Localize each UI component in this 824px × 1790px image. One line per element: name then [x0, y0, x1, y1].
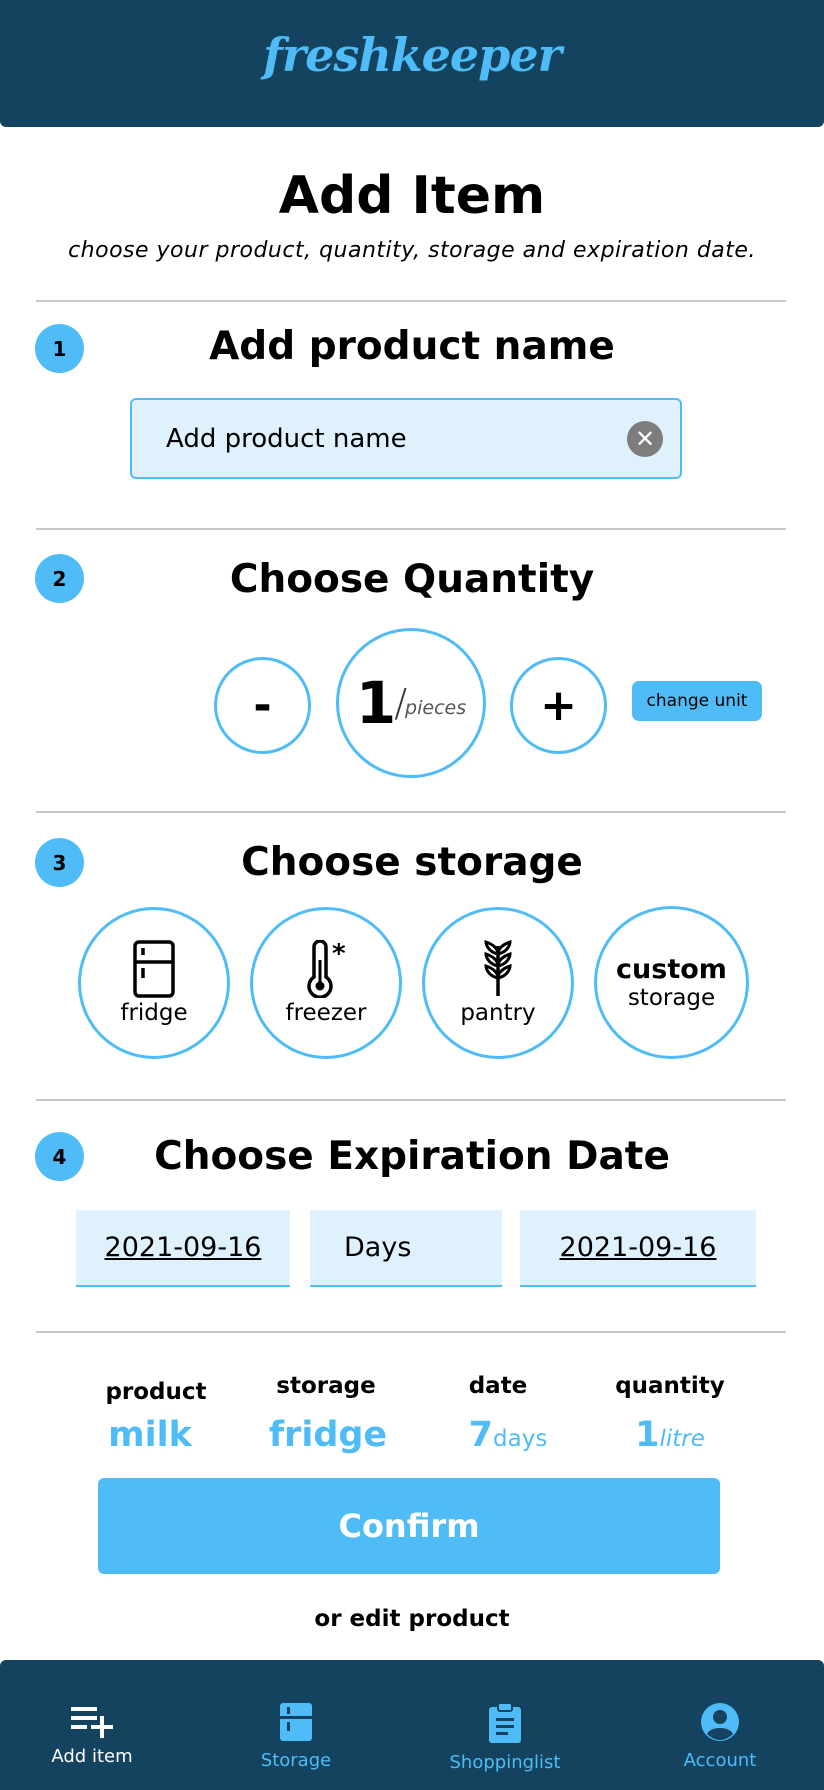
summary-product-label: product — [105, 1379, 207, 1405]
decrease-quantity-button[interactable]: - — [214, 657, 311, 754]
storage-option-freezer[interactable]: * freezer — [250, 907, 402, 1059]
summary-storage-label: storage — [276, 1373, 376, 1399]
expiration-title: Choose Expiration Date — [154, 1134, 670, 1179]
app-logo: freshkeeper — [263, 28, 562, 82]
page-title: Add Item — [278, 166, 546, 226]
increase-quantity-button[interactable]: + — [510, 657, 607, 754]
nav-label-add-item: Add item — [51, 1746, 133, 1767]
nav-item-storage[interactable]: Storage — [244, 1660, 348, 1790]
summary-quantity-number: 1 — [635, 1415, 660, 1455]
nav-label-storage: Storage — [260, 1750, 332, 1771]
minus-label: - — [253, 680, 272, 731]
expiration-date-field[interactable]: 2021-09-16 — [520, 1210, 756, 1287]
wheat-icon — [484, 940, 512, 996]
clipboard-icon — [489, 1702, 521, 1743]
summary-date-label: date — [468, 1373, 528, 1399]
storage-label-custom-sub: storage — [627, 985, 716, 1011]
close-icon: ✕ — [634, 425, 656, 453]
product-name-field: ✕ — [130, 398, 682, 479]
purchase-date-field[interactable]: 2021-09-16 — [76, 1210, 290, 1287]
summary-date-value: 7days — [428, 1415, 588, 1455]
storage-option-pantry[interactable]: pantry — [422, 907, 574, 1059]
account-icon — [701, 1703, 739, 1741]
quantity-title: Choose Quantity — [229, 557, 595, 602]
product-name-title: Add product name — [209, 324, 615, 369]
days-input[interactable]: Days — [310, 1210, 502, 1287]
divider — [36, 1099, 786, 1101]
thermometer-snow-icon: * — [307, 940, 346, 998]
fridge-icon — [133, 940, 175, 998]
add-list-icon — [71, 1707, 113, 1738]
summary-date-number: 7 — [468, 1415, 494, 1455]
quantity-value: 1 — [355, 669, 397, 737]
summary-quantity-label: quantity — [615, 1373, 725, 1399]
nav-label-account: Account — [683, 1750, 757, 1771]
svg-text:*: * — [332, 940, 346, 969]
divider — [36, 811, 786, 813]
divider — [36, 300, 786, 302]
edit-product-link[interactable]: or edit product — [0, 1606, 824, 1632]
nav-item-add-item[interactable]: Add item — [40, 1660, 144, 1790]
storage-label-custom: custom — [616, 954, 727, 985]
storage-option-custom[interactable]: custom storage — [594, 906, 749, 1059]
page-subtitle: choose your product, quantity, storage a… — [68, 238, 756, 263]
nav-item-shoppinglist[interactable]: Shoppinglist — [440, 1660, 570, 1790]
app-header: freshkeeper — [0, 0, 824, 127]
product-name-input[interactable] — [166, 400, 606, 477]
summary-product-value: milk — [108, 1415, 192, 1455]
summary-quantity-unit: litre — [659, 1426, 705, 1452]
summary-quantity-value: 1litre — [600, 1415, 740, 1455]
storage-label-freezer: freezer — [285, 1000, 367, 1026]
nav-label-shoppinglist: Shoppinglist — [449, 1752, 561, 1773]
storage-label-pantry: pantry — [460, 1000, 536, 1026]
storage-label-fridge: fridge — [120, 1000, 188, 1026]
confirm-button[interactable]: Confirm — [98, 1478, 720, 1574]
divider — [36, 1331, 786, 1333]
bottom-nav: Add item Storage Shoppinglist Account — [0, 1660, 824, 1790]
change-unit-button[interactable]: change unit — [632, 681, 762, 721]
fridge-icon — [280, 1703, 312, 1741]
quantity-unit: pieces — [405, 697, 467, 719]
clear-input-button[interactable]: ✕ — [627, 421, 663, 457]
nav-item-account[interactable]: Account — [668, 1660, 772, 1790]
quantity-display: 1 / pieces — [336, 628, 486, 778]
storage-option-fridge[interactable]: fridge — [78, 907, 230, 1059]
divider — [36, 528, 786, 530]
storage-title: Choose storage — [241, 840, 583, 885]
plus-label: + — [540, 680, 577, 731]
summary-storage-value: fridge — [268, 1415, 388, 1455]
summary-date-unit: days — [493, 1426, 548, 1452]
